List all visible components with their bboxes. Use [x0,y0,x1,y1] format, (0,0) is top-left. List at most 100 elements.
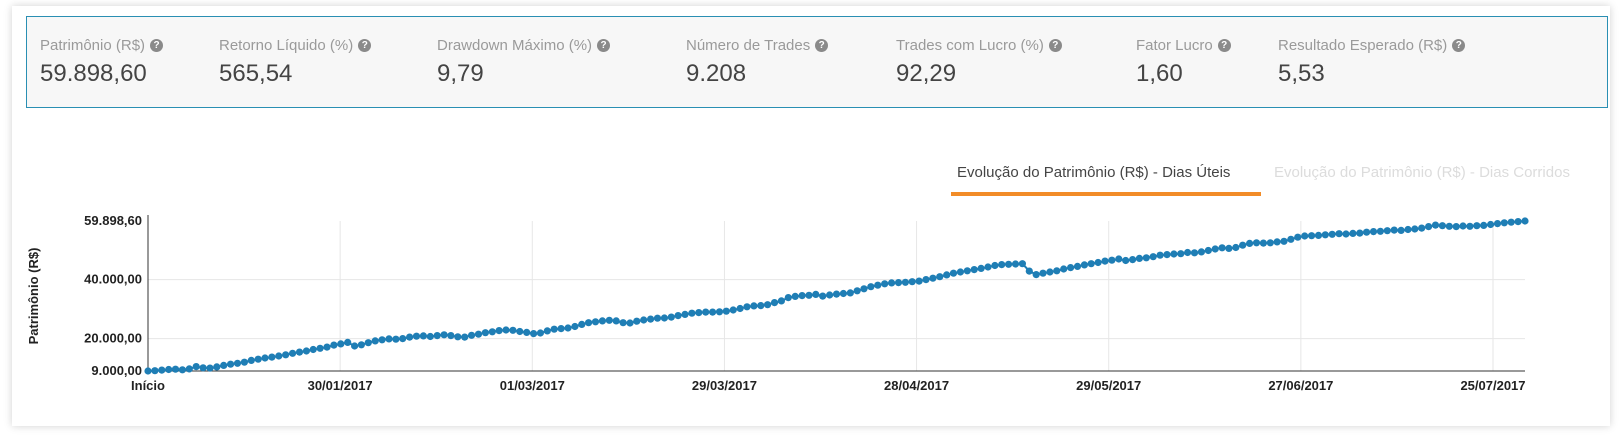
data-point[interactable] [1466,222,1474,230]
data-point[interactable] [667,313,675,321]
data-point[interactable] [743,303,751,311]
data-point[interactable] [1507,218,1515,226]
data-point[interactable] [894,279,903,287]
data-point[interactable] [192,363,200,371]
data-point[interactable] [1211,245,1219,253]
data-point[interactable] [1177,250,1185,258]
data-point[interactable] [399,335,407,343]
data-point[interactable] [523,328,531,336]
data-point[interactable] [1493,220,1502,228]
data-point[interactable] [1314,231,1323,239]
data-point[interactable] [1487,220,1495,229]
data-point[interactable] [474,330,483,338]
data-point[interactable] [605,316,613,324]
data-point[interactable] [1390,226,1398,234]
data-point[interactable] [991,261,999,270]
data-point[interactable] [984,263,992,271]
data-point[interactable] [1425,223,1433,231]
data-point[interactable] [289,349,297,357]
data-point[interactable] [591,318,600,326]
data-point[interactable] [1266,239,1274,247]
data-point[interactable] [385,335,393,343]
data-point[interactable] [922,276,930,284]
data-point[interactable] [1259,239,1267,247]
data-point[interactable] [949,269,958,277]
data-point[interactable] [564,324,572,332]
data-point[interactable] [1480,221,1488,229]
data-point[interactable] [715,308,724,316]
data-point[interactable] [660,314,669,322]
data-point[interactable] [1073,262,1082,270]
data-point[interactable] [206,364,214,372]
data-point[interactable] [509,326,517,334]
data-point[interactable] [1039,269,1047,277]
data-point[interactable] [867,283,875,291]
data-point[interactable] [1018,260,1026,268]
data-point[interactable] [302,347,310,355]
data-point[interactable] [750,302,758,310]
data-point[interactable] [247,356,255,364]
data-point[interactable] [901,278,910,286]
data-point[interactable] [1308,232,1316,240]
data-point[interactable] [1170,250,1178,258]
data-point[interactable] [585,319,593,327]
data-point[interactable] [426,332,434,341]
data-point[interactable] [674,312,682,320]
data-point[interactable] [261,354,269,362]
data-point[interactable] [619,319,627,327]
data-point[interactable] [1321,231,1329,239]
data-point[interactable] [1060,265,1068,273]
data-point[interactable] [1363,228,1371,236]
data-point[interactable] [220,361,228,369]
data-point[interactable] [378,336,386,344]
data-point[interactable] [805,291,813,299]
data-point[interactable] [461,333,469,341]
data-point[interactable] [516,327,524,336]
data-point[interactable] [846,289,854,297]
data-point[interactable] [268,353,276,361]
data-point[interactable] [633,317,641,325]
data-point[interactable] [275,352,283,360]
data-point[interactable] [1225,244,1233,252]
data-point[interactable] [860,285,868,293]
data-point[interactable] [1287,235,1295,243]
data-point[interactable] [530,330,538,338]
data-point[interactable] [832,290,841,298]
data-point[interactable] [1369,228,1378,236]
data-point[interactable] [502,326,510,334]
data-point[interactable] [543,327,551,335]
data-point[interactable] [888,279,896,287]
data-point[interactable] [612,317,620,325]
data-point[interactable] [688,309,696,317]
data-point[interactable] [1094,258,1102,267]
data-point[interactable] [419,332,427,340]
data-point[interactable] [702,308,710,316]
data-point[interactable] [1397,226,1405,234]
data-point[interactable] [165,365,173,374]
data-point[interactable] [977,264,985,272]
data-point[interactable] [1328,230,1336,238]
data-point[interactable] [819,292,827,300]
data-point[interactable] [770,299,779,307]
data-point[interactable] [963,267,971,275]
data-point[interactable] [468,331,476,339]
data-point[interactable] [151,367,159,375]
data-point[interactable] [853,287,861,295]
data-point[interactable] [1190,249,1199,257]
data-point[interactable] [1273,238,1281,246]
data-point[interactable] [1011,260,1020,268]
data-point[interactable] [1411,225,1419,233]
data-point[interactable] [1197,248,1205,256]
data-point[interactable] [344,338,352,346]
data-point[interactable] [709,308,717,316]
data-point[interactable] [392,335,400,343]
data-point[interactable] [213,363,221,371]
data-point[interactable] [908,278,916,286]
data-point[interactable] [447,332,455,340]
data-point[interactable] [722,307,730,315]
data-point[interactable] [323,343,331,351]
data-point[interactable] [998,261,1006,269]
data-point[interactable] [1452,223,1460,231]
data-point[interactable] [695,309,703,317]
data-point[interactable] [178,366,186,374]
